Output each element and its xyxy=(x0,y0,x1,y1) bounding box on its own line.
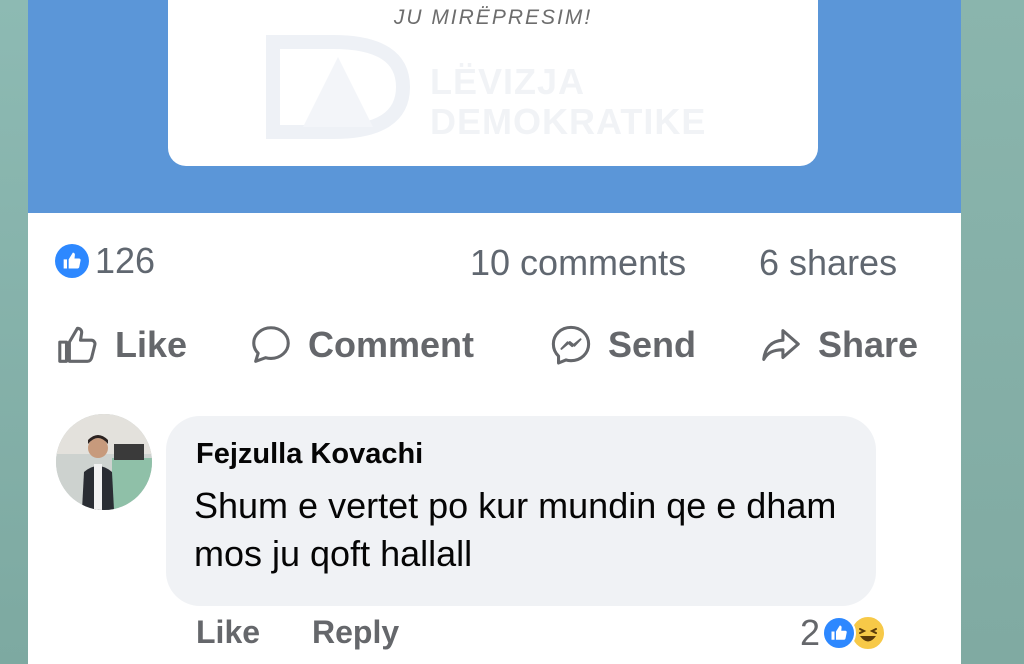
banner-tagline: JU MIRËPRESIM! xyxy=(393,6,593,29)
facebook-post: JU MIRËPRESIM! LËVIZJA DEMOKRATIKE 126 1… xyxy=(28,0,961,664)
share-arrow-icon xyxy=(762,329,800,361)
party-logo-watermark xyxy=(266,35,411,139)
thumbs-up-icon xyxy=(58,326,97,363)
post-image-banner[interactable]: JU MIRËPRESIM! LËVIZJA DEMOKRATIKE xyxy=(28,0,961,213)
background-left xyxy=(0,0,30,664)
banner-card: JU MIRËPRESIM! LËVIZJA DEMOKRATIKE xyxy=(168,0,818,166)
share-button[interactable]: Share xyxy=(758,322,918,368)
party-name-watermark: LËVIZJA DEMOKRATIKE xyxy=(430,61,707,142)
avatar-photo xyxy=(56,414,152,510)
like-button[interactable]: Like xyxy=(55,322,187,368)
messenger-icon xyxy=(551,325,591,365)
share-button-label: Share xyxy=(818,324,919,365)
comment-like-button[interactable]: Like xyxy=(196,614,260,651)
comment-button-label: Comment xyxy=(308,324,475,365)
post-actions-bar: Like Comment Send Share xyxy=(28,322,961,382)
shares-count-link[interactable]: 6 shares xyxy=(759,242,897,284)
comment-bubble[interactable]: Fejzulla Kovachi Shum e vertet po kur mu… xyxy=(166,416,876,606)
comment-button[interactable]: Comment xyxy=(248,322,474,368)
like-button-label: Like xyxy=(115,324,188,365)
like-reaction-icon xyxy=(55,244,89,278)
comment-reply-button[interactable]: Reply xyxy=(312,614,399,651)
like-count: 126 xyxy=(95,240,156,281)
reactions-summary[interactable]: 126 xyxy=(55,240,155,282)
commenter-avatar[interactable] xyxy=(56,414,152,510)
comments-count-link[interactable]: 10 comments xyxy=(470,242,686,284)
send-button-label: Send xyxy=(608,324,697,365)
like-icon xyxy=(822,616,857,650)
post-stats-bar: 126 10 comments 6 shares xyxy=(28,240,961,290)
comment-item: Fejzulla Kovachi Shum e vertet po kur mu… xyxy=(28,414,961,664)
background-right xyxy=(960,0,1024,664)
comment-actions: Like Reply 2 xyxy=(196,612,956,664)
send-button[interactable]: Send xyxy=(548,322,696,368)
comment-bubble-icon xyxy=(252,326,290,363)
comment-reaction-count: 2 xyxy=(800,612,821,653)
comment-reactions[interactable]: 2 xyxy=(800,612,887,654)
comment-author[interactable]: Fejzulla Kovachi xyxy=(196,438,423,471)
comment-text: Shum e vertet po kur mundin qe e dham mo… xyxy=(194,485,837,574)
